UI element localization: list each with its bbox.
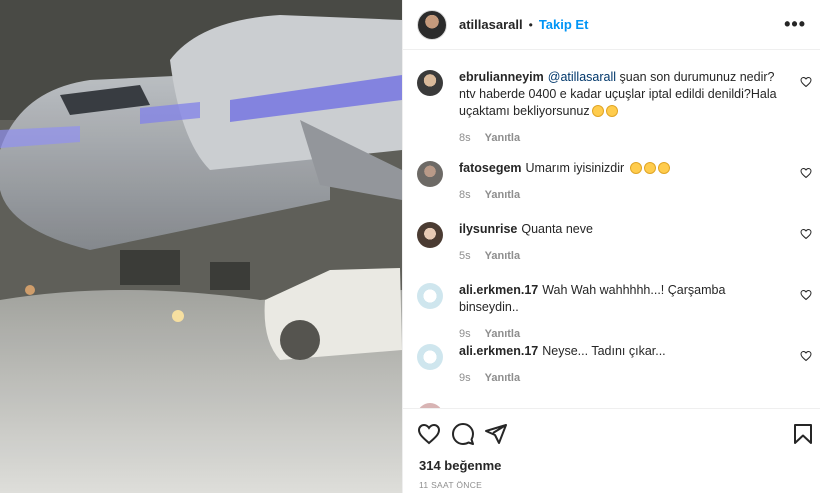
comment-meta: 9s Yanıtla bbox=[459, 370, 779, 387]
reply-button[interactable]: Yanıtla bbox=[485, 328, 520, 340]
mention-link[interactable]: @atillasarall bbox=[548, 70, 616, 84]
comment-meta: 5s Yanıtla bbox=[459, 248, 779, 265]
commenter-username[interactable]: ilysunrise bbox=[459, 222, 517, 236]
commenter-username[interactable]: fatosegem bbox=[459, 161, 522, 175]
comment-time: 8s bbox=[459, 189, 471, 201]
comment-meta: 9s Yanıtla bbox=[459, 326, 779, 343]
disappointed-emoji-icon bbox=[605, 105, 618, 117]
comment-body: fatosegem Umarım iyisinizdir 8s Yanıtla bbox=[459, 160, 779, 204]
like-comment-heart-icon[interactable] bbox=[800, 167, 812, 179]
comment-bubble-icon[interactable] bbox=[451, 422, 475, 446]
like-comment-heart-icon[interactable] bbox=[800, 228, 812, 240]
folded-hands-emoji-icon bbox=[591, 105, 604, 117]
comment-text: Quanta neve bbox=[521, 222, 593, 236]
instagram-post: atillasarall • Takip Et ••• ebrulianneyi… bbox=[0, 0, 820, 493]
reply-button[interactable]: Yanıtla bbox=[485, 372, 520, 384]
comment-item: ali.erkmen.17 Neyse... Tadını çıkar... 9s… bbox=[417, 343, 820, 387]
author-username[interactable]: atillasarall bbox=[459, 17, 523, 32]
more-icon[interactable]: ••• bbox=[784, 14, 806, 35]
commenter-avatar[interactable] bbox=[417, 344, 443, 370]
like-heart-icon[interactable] bbox=[417, 422, 441, 446]
reply-button[interactable]: Yanıtla bbox=[485, 250, 520, 262]
commenter-avatar[interactable] bbox=[417, 222, 443, 248]
like-comment-heart-icon[interactable] bbox=[800, 289, 812, 301]
airplane-in-snow-image bbox=[0, 0, 402, 493]
comment-body: ebrulianneyim @atillasarall şuan son duru… bbox=[459, 69, 779, 147]
post-side-panel: atillasarall • Takip Et ••• ebrulianneyi… bbox=[402, 0, 820, 493]
post-header: atillasarall • Takip Et ••• bbox=[403, 0, 820, 50]
like-comment-heart-icon[interactable] bbox=[800, 76, 812, 88]
commenter-username[interactable]: ali.erkmen.17 bbox=[459, 344, 538, 358]
comment-meta: 8s Yanıtla bbox=[459, 130, 779, 147]
commenter-avatar[interactable] bbox=[417, 161, 443, 187]
comment-time: 8s bbox=[459, 132, 471, 144]
comment-text: Neyse... Tadını çıkar... bbox=[542, 344, 666, 358]
reply-button[interactable]: Yanıtla bbox=[485, 189, 520, 201]
comment-body: ali.erkmen.17 Neyse... Tadını çıkar... 9s… bbox=[459, 343, 779, 387]
follow-button[interactable]: Takip Et bbox=[539, 17, 589, 32]
comment-item: ilysunrise Quanta neve 5s Yanıtla bbox=[417, 221, 820, 265]
author-avatar[interactable] bbox=[417, 9, 447, 40]
post-timestamp[interactable]: 11 SAAT ÖNCE bbox=[419, 480, 482, 490]
like-comment-heart-icon[interactable] bbox=[800, 350, 812, 362]
comment-time: 9s bbox=[459, 328, 471, 340]
frowning-emoji-icon bbox=[643, 162, 656, 174]
comment-text: Umarım iyisinizdir bbox=[525, 161, 625, 175]
comment-time: 9s bbox=[459, 372, 471, 384]
comment-item: ebrulianneyim @atillasarall şuan son duru… bbox=[417, 69, 820, 147]
post-photo[interactable] bbox=[0, 0, 402, 493]
commenter-username[interactable]: ebrulianneyim bbox=[459, 70, 544, 84]
reply-button[interactable]: Yanıtla bbox=[485, 132, 520, 144]
likes-count[interactable]: 314 beğenme bbox=[419, 458, 501, 473]
frowning-emoji-icon bbox=[629, 162, 642, 174]
comment-body: ilysunrise Quanta neve 5s Yanıtla bbox=[459, 221, 779, 265]
commenter-avatar[interactable] bbox=[417, 283, 443, 309]
comment-list[interactable]: ebrulianneyim @atillasarall şuan son duru… bbox=[403, 50, 820, 408]
share-paper-plane-icon[interactable] bbox=[484, 422, 508, 446]
comment-meta: 8s Yanıtla bbox=[459, 187, 779, 204]
post-actions: 314 beğenme 11 SAAT ÖNCE bbox=[403, 408, 820, 494]
comment-body: ali.erkmen.17 Wah Wah wahhhhh...! Çarşamb… bbox=[459, 282, 779, 343]
comment-time: 5s bbox=[459, 250, 471, 262]
separator-dot: • bbox=[528, 17, 533, 32]
frowning-emoji-icon bbox=[657, 162, 670, 174]
commenter-username[interactable]: ali.erkmen.17 bbox=[459, 283, 538, 297]
commenter-avatar[interactable] bbox=[417, 70, 443, 96]
comment-item: ali.erkmen.17 Wah Wah wahhhhh...! Çarşamb… bbox=[417, 282, 820, 343]
comment-item: fatosegem Umarım iyisinizdir 8s Yanıtla bbox=[417, 160, 820, 204]
save-bookmark-icon[interactable] bbox=[791, 422, 815, 446]
